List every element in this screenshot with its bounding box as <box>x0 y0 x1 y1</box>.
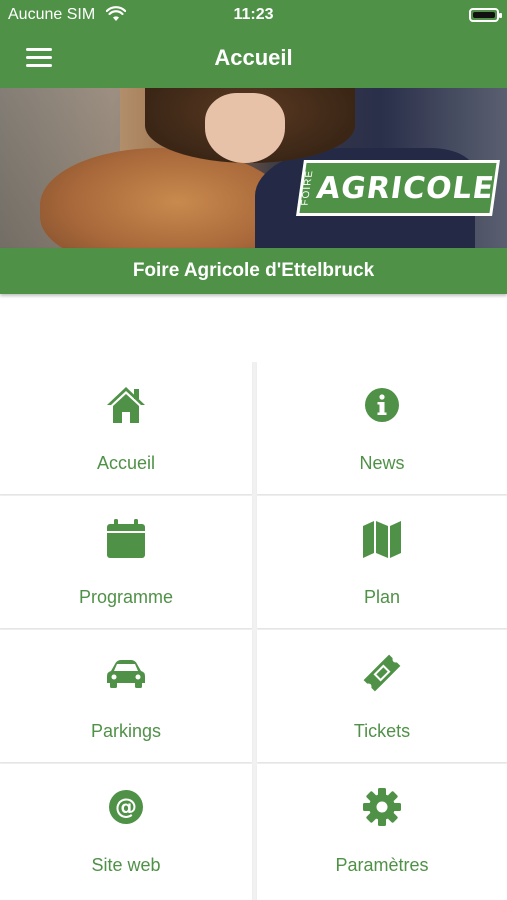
tile-news[interactable]: News <box>257 362 507 494</box>
info-icon <box>257 384 507 426</box>
tile-label: Accueil <box>96 453 156 473</box>
home-icon <box>0 384 252 426</box>
page-title: Accueil <box>214 45 293 70</box>
tile-label: Site web <box>91 855 161 875</box>
tile-plan[interactable]: Plan <box>257 496 507 628</box>
tile-label: Programme <box>78 587 174 607</box>
tile-tickets[interactable]: Tickets <box>257 630 507 762</box>
tile-label: Tickets <box>353 721 411 741</box>
tile-accueil[interactable]: Accueil <box>0 362 252 494</box>
foire-agricole-logo: FOIRE AGRICOLE <box>296 160 500 216</box>
map-icon <box>257 518 507 560</box>
calendar-icon <box>0 518 252 560</box>
calf-shape <box>40 148 290 248</box>
tile-label: Parkings <box>90 721 162 741</box>
tile-parkings[interactable]: Parkings <box>0 630 252 762</box>
tile-programme[interactable]: Programme <box>0 496 252 628</box>
status-bar: Aucune SIM 11:23 <box>0 0 507 30</box>
hero-image: FOIRE AGRICOLE <box>0 88 507 248</box>
navigation-bar: Accueil <box>0 30 507 88</box>
person-face-shape <box>205 93 285 163</box>
car-icon <box>0 652 252 694</box>
tile-site-web[interactable]: @ Site web <box>0 764 252 900</box>
ticket-icon <box>257 652 507 694</box>
at-icon: @ <box>0 786 252 828</box>
gear-icon <box>257 786 507 828</box>
svg-text:@: @ <box>115 795 137 820</box>
tile-label: News <box>359 453 405 473</box>
clock: 11:23 <box>233 6 274 23</box>
event-title-banner: Foire Agricole d'Ettelbruck <box>0 248 507 294</box>
tile-parametres[interactable]: Paramètres <box>257 764 507 900</box>
tile-label: Plan <box>363 587 401 607</box>
battery-icon <box>469 8 502 22</box>
menu-grid: Accueil News Programme Plan Parkings Tic… <box>0 362 507 900</box>
tile-label: Paramètres <box>335 855 429 875</box>
